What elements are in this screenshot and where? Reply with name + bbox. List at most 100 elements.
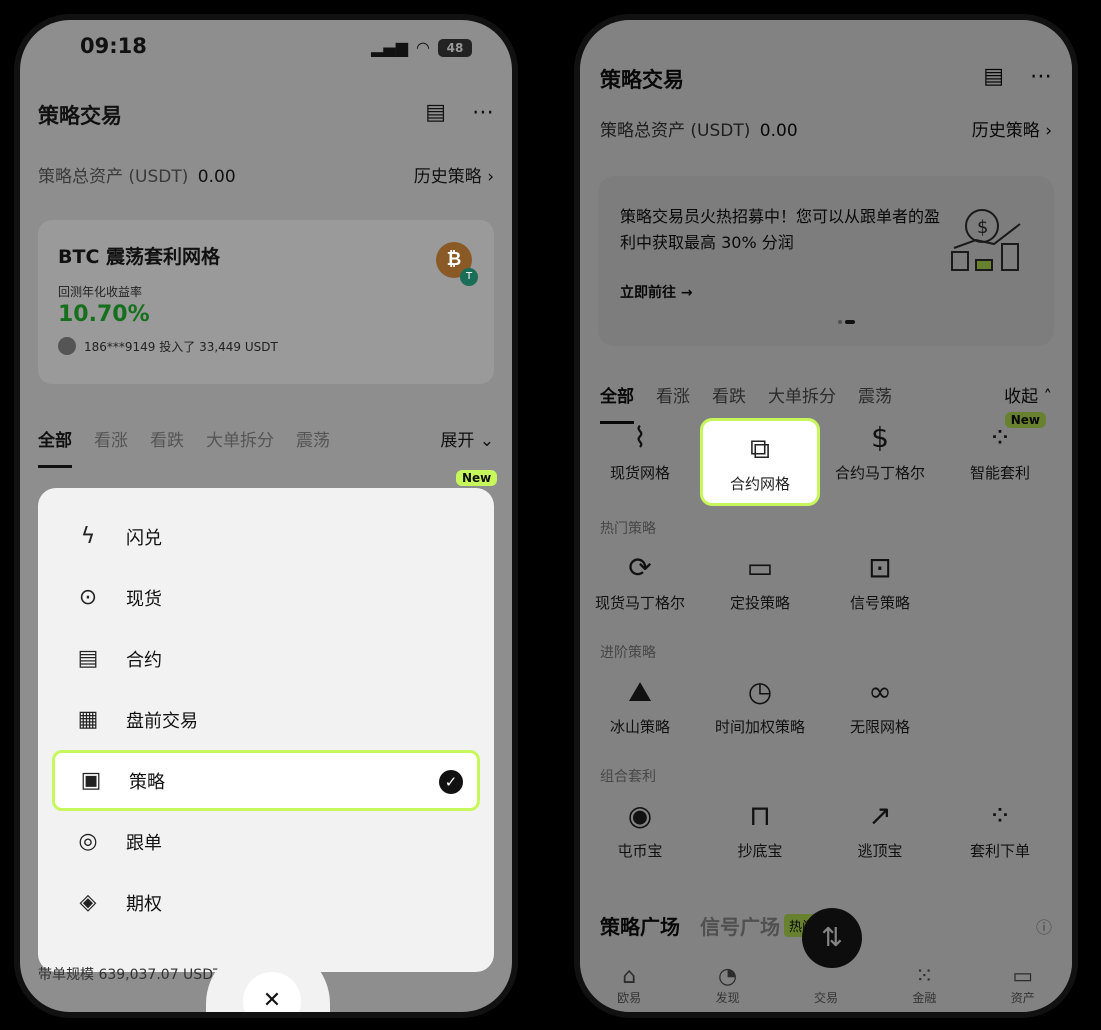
grid-label: 现货网格: [609, 464, 670, 482]
arbitrage-order-icon: ⁘: [988, 799, 1012, 832]
twap-item[interactable]: ◷ 时间加权策略: [700, 672, 820, 737]
options-icon: ◈: [79, 890, 97, 915]
assets-label: 策略总资产 (USDT): [600, 121, 751, 141]
infinity-grid-item[interactable]: ∞ 无限网格: [820, 672, 940, 737]
grid-label: 定投策略: [729, 594, 790, 612]
combo-arbitrage-label: 组合套利: [600, 769, 656, 785]
nav-discover[interactable]: ◔ 发现: [688, 964, 768, 1006]
nav-label: 交易: [813, 991, 838, 1005]
nav-finance[interactable]: ⁙ 金融: [884, 964, 964, 1006]
tab-signal-plaza[interactable]: 信号广场: [700, 911, 780, 940]
grid-label: 套利下单: [969, 842, 1030, 860]
more-icon[interactable]: ⋯: [1030, 64, 1052, 89]
grid-label: 时间加权策略: [714, 718, 805, 736]
menu-label: 闪兑: [126, 527, 162, 549]
check-icon: ✓: [439, 770, 463, 794]
futures-grid-item[interactable]: ⧉ 合约网格: [700, 418, 820, 506]
collapse-toggle[interactable]: 收起 ˄: [1004, 382, 1052, 407]
status-bar: 09:18 ▂▄▆ ◠ 48: [20, 30, 512, 70]
menu-label: 现货: [126, 588, 162, 610]
finance-icon: ⁙: [915, 964, 934, 989]
recruit-banner[interactable]: 策略交易员火热招募中！您可以从跟单者的盈利中获取最高 30% 分润 立即前往 →…: [598, 176, 1054, 346]
status-icons: ▂▄▆ ◠ 48: [371, 38, 472, 57]
tab-bullish[interactable]: 看涨: [656, 382, 690, 414]
futures-martingale-item[interactable]: $ 合约马丁格尔: [820, 418, 940, 506]
nav-home[interactable]: ⌂ 欧易: [589, 964, 669, 1006]
signal-strategy-item[interactable]: ⊡ 信号策略: [820, 548, 940, 613]
calendar-icon: ▭: [746, 551, 774, 584]
nav-label: 资产: [1010, 991, 1035, 1005]
infinity-icon: ∞: [868, 675, 892, 708]
buy-dip-item[interactable]: ⊓ 抄底宝: [700, 796, 820, 861]
recurring-buy-item[interactable]: ▭ 定投策略: [700, 548, 820, 613]
tab-block-split[interactable]: 大单拆分: [206, 426, 274, 458]
assets-value: 0.00: [197, 167, 236, 187]
menu-item-copytrade[interactable]: ◎ 跟单: [52, 811, 480, 872]
tab-strategy-plaza[interactable]: 策略广场: [600, 911, 680, 940]
tab-range[interactable]: 震荡: [858, 382, 892, 414]
menu-label: 合约: [126, 649, 162, 671]
nav-assets[interactable]: ▭ 资产: [983, 964, 1063, 1006]
guide-book-icon[interactable]: ▤: [983, 64, 1004, 89]
left-screen: 09:18 ▂▄▆ ◠ 48 策略交易 ▤ ⋯ 策略总资产 (USDT) 0.0…: [20, 20, 512, 1012]
arbitrage-order-item[interactable]: ⁘ 套利下单: [940, 796, 1060, 861]
mountain-icon: ⛰: [628, 675, 652, 708]
menu-item-options[interactable]: ◈ 期权: [52, 872, 480, 933]
spot-martingale-item[interactable]: ⟳ 现货马丁格尔: [580, 548, 700, 613]
assets-row: 策略总资产 (USDT) 0.00 历史策略 ›: [600, 116, 1052, 141]
btc-grid-card[interactable]: BTC 震荡套利网格 回测年化收益率 10.70% 186***9149 投入了…: [38, 220, 494, 384]
tab-range[interactable]: 震荡: [296, 426, 330, 458]
spot-grid-item[interactable]: ⌇ 现货网格: [580, 418, 700, 506]
clock-icon: ◷: [747, 675, 773, 708]
more-icon[interactable]: ⋯: [472, 100, 494, 125]
grid-label: 合约马丁格尔: [834, 464, 925, 482]
dot-active: [845, 320, 855, 324]
assets-value: 0.00: [759, 121, 798, 141]
new-badge: New: [456, 470, 498, 486]
tab-bearish[interactable]: 看跌: [712, 382, 746, 414]
sell-top-item[interactable]: ↗ 逃顶宝: [820, 796, 940, 861]
menu-label: 跟单: [126, 832, 162, 854]
svg-text:$: $: [977, 217, 988, 238]
info-icon[interactable]: ⓘ: [1036, 914, 1052, 938]
bottom-nav: ⌂ 欧易 ◔ 发现 ⇅ 交易 ⁙ 金融 ▭ 资产 ⇅: [580, 908, 1072, 1012]
menu-item-spot[interactable]: ⊙ 现货: [52, 567, 480, 628]
menu-item-premarket[interactable]: ▦ 盘前交易: [52, 689, 480, 750]
page-header: 策略交易 ▤ ⋯: [600, 64, 1052, 94]
tab-all[interactable]: 全部: [600, 382, 634, 424]
tab-all[interactable]: 全部: [38, 426, 72, 468]
menu-item-convert[interactable]: ϟ 闪兑: [52, 506, 480, 567]
hodl-item[interactable]: ◉ 屯币宝: [580, 796, 700, 861]
grid-label: 抄底宝: [737, 842, 783, 860]
grid-label: 无限网格: [849, 718, 910, 736]
spot-martingale-icon: ⟳: [628, 551, 652, 584]
banner-link[interactable]: 立即前往 →: [620, 282, 1032, 302]
tab-block-split[interactable]: 大单拆分: [768, 382, 836, 414]
guide-book-icon[interactable]: ▤: [425, 100, 446, 125]
history-strategies-link[interactable]: 历史策略 ›: [972, 116, 1052, 141]
wifi-icon: ◠: [416, 38, 430, 57]
header-actions: ▤ ⋯: [425, 100, 494, 125]
menu-label: 期权: [126, 893, 162, 915]
collapse-label: 收起: [1004, 387, 1039, 407]
card-return: 10.70%: [58, 302, 150, 327]
tab-bullish[interactable]: 看涨: [94, 426, 128, 458]
tab-bearish[interactable]: 看跌: [150, 426, 184, 458]
iceberg-item[interactable]: ⛰ 冰山策略: [580, 672, 700, 737]
assets-label: 策略总资产 (USDT): [38, 167, 189, 187]
menu-item-futures[interactable]: ▤ 合约: [52, 628, 480, 689]
expand-toggle[interactable]: 展开 ⌄: [440, 426, 494, 451]
trade-fab-button[interactable]: ⇅: [802, 908, 862, 968]
header-actions: ▤ ⋯: [983, 64, 1052, 89]
strategy-grid-main: ⌇ 现货网格 ⧉ 合约网格 $ 合约马丁格尔 ⁘ 智能套利 New: [580, 412, 1072, 506]
flash-convert-icon: ϟ: [80, 524, 96, 549]
home-icon: ⌂: [622, 964, 637, 989]
hot-strategies-label: 热门策略: [600, 521, 656, 537]
menu-item-strategy[interactable]: ▣ 策略 ✓: [52, 750, 480, 811]
copytrade-icon: ◎: [78, 829, 98, 854]
nav-trade[interactable]: ⇅ 交易: [786, 964, 866, 1006]
phone-right: 策略交易 ▤ ⋯ 策略总资产 (USDT) 0.00 历史策略 › 策略交易员火…: [574, 14, 1078, 1018]
smart-arbitrage-item[interactable]: ⁘ 智能套利 New: [940, 412, 1060, 506]
signal-icon: ⊡: [868, 551, 892, 584]
history-strategies-link[interactable]: 历史策略 ›: [414, 162, 494, 187]
